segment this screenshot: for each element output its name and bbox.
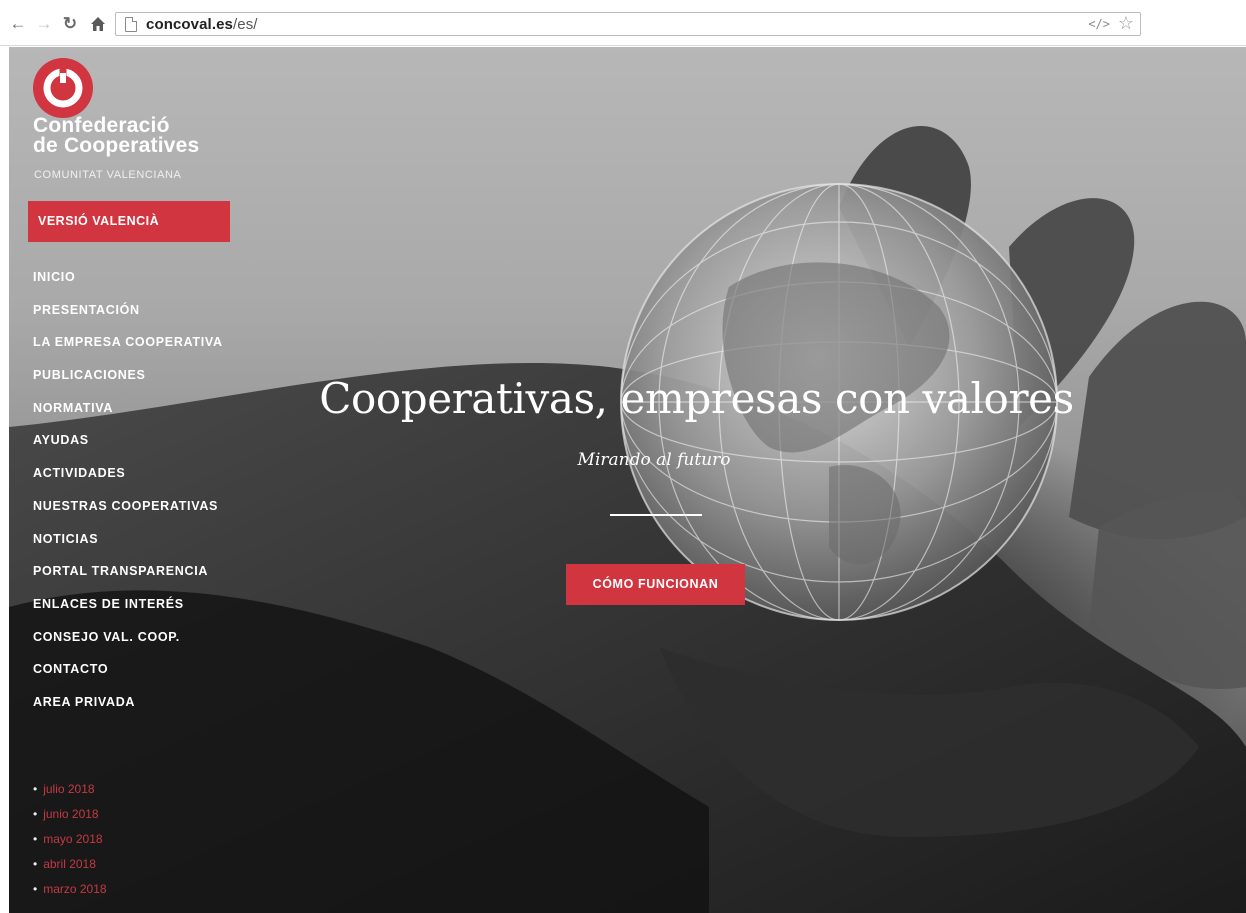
nav-item-inicio[interactable]: INICIO — [33, 268, 223, 301]
url-path: /es/ — [232, 16, 258, 33]
language-toggle-button[interactable]: VERSIÓ VALENCIÀ — [28, 201, 230, 242]
nav-item-portal-transparencia[interactable]: PORTAL TRANSPARENCIA — [33, 562, 223, 595]
archive-item[interactable]: • julio 2018 — [33, 780, 107, 805]
nav-item-ayudas[interactable]: AYUDAS — [33, 431, 223, 464]
archive-item[interactable]: • junio 2018 — [33, 805, 107, 830]
nav-item-empresa-cooperativa[interactable]: LA EMPRESA COOPERATIVA — [33, 333, 223, 366]
forward-arrow-icon[interactable]: → — [34, 14, 54, 34]
archive-item[interactable]: • marzo 2018 — [33, 880, 107, 905]
bookmark-star-icon[interactable]: ☆ — [1118, 13, 1134, 34]
reload-icon[interactable]: ↻ — [60, 14, 80, 34]
url-text[interactable]: concoval.es/es/ — [146, 15, 258, 34]
archive-item[interactable]: • abril 2018 — [33, 855, 107, 880]
browser-toolbar: ← → ↻ concoval.es/es/ </> ☆ — [0, 0, 1246, 46]
org-name: Confederació de Cooperatives — [33, 114, 200, 157]
hero-divider — [610, 514, 702, 516]
nav-item-nuestras-cooperativas[interactable]: NUESTRAS COOPERATIVAS — [33, 497, 223, 530]
nav-item-normativa[interactable]: NORMATIVA — [33, 399, 223, 432]
org-subtitle: COMUNITAT VALENCIANA — [34, 169, 182, 181]
nav-item-contacto[interactable]: CONTACTO — [33, 660, 223, 693]
nav-item-actividades[interactable]: ACTIVIDADES — [33, 464, 223, 497]
hero-section: Confederació de Cooperatives COMUNITAT V… — [9, 47, 1246, 913]
archive-list: • julio 2018 • junio 2018 • mayo 2018 • abri… — [33, 780, 107, 905]
concoval-logo-icon[interactable] — [32, 57, 94, 119]
nav-item-area-privada[interactable]: AREA PRIVADA — [33, 693, 223, 726]
url-host: concoval.es — [146, 16, 233, 33]
nav-item-consejo-val-coop[interactable]: CONSEJO VAL. COOP. — [33, 628, 223, 661]
nav-item-publicaciones[interactable]: PUBLICACIONES — [33, 366, 223, 399]
nav-item-enlaces-interes[interactable]: ENLACES DE INTERÉS — [33, 595, 223, 628]
hero-title: Cooperativas, empresas con valores — [319, 374, 1074, 423]
back-arrow-icon[interactable]: ← — [8, 14, 28, 34]
hero-subtitle: Mirando al futuro — [577, 450, 731, 470]
address-bar[interactable]: concoval.es/es/ </> ☆ — [115, 12, 1141, 36]
nav-item-presentacion[interactable]: PRESENTACIÓN — [33, 301, 223, 334]
home-icon[interactable] — [88, 14, 108, 34]
main-nav: INICIO PRESENTACIÓN LA EMPRESA COOPERATI… — [33, 268, 223, 726]
org-name-line1: Confederació — [33, 114, 170, 137]
code-view-icon[interactable]: </> — [1088, 15, 1110, 34]
page-icon — [125, 17, 137, 32]
org-name-line2: de Cooperatives — [33, 134, 200, 157]
archive-item[interactable]: • mayo 2018 — [33, 830, 107, 855]
nav-item-noticias[interactable]: NOTICIAS — [33, 530, 223, 563]
como-funcionan-button[interactable]: CÓMO FUNCIONAN — [566, 564, 745, 605]
